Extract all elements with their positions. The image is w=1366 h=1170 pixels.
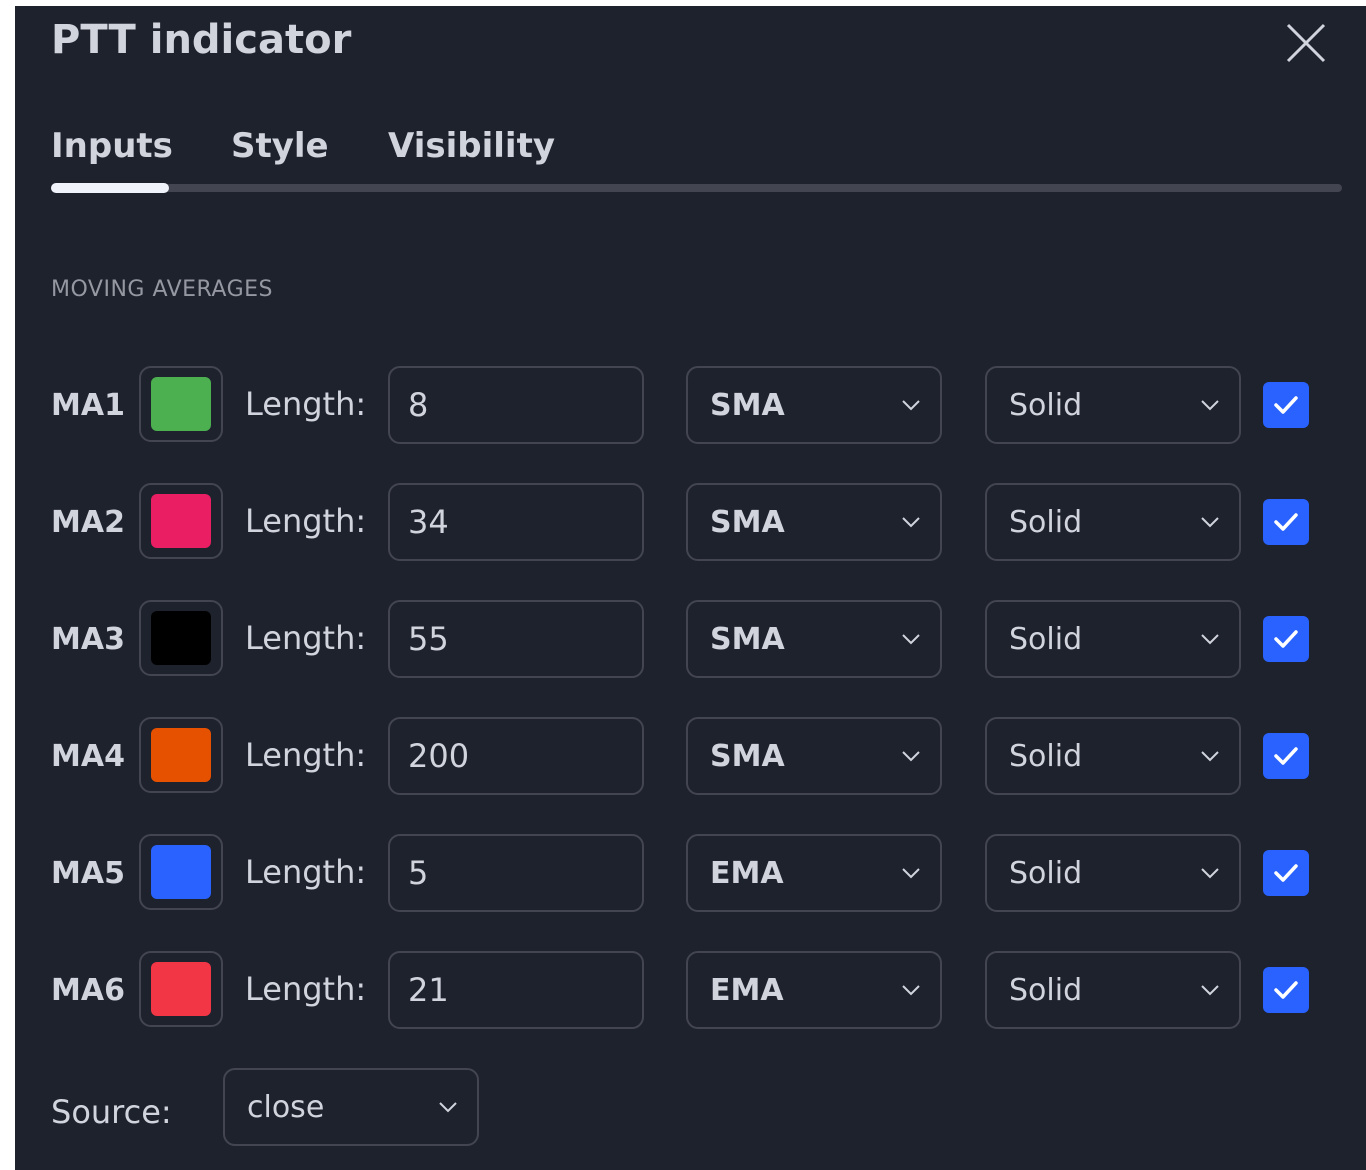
source-label: Source:	[51, 1093, 172, 1131]
color-picker-button[interactable]	[139, 600, 223, 676]
line-style-select[interactable]: Solid	[985, 951, 1241, 1029]
length-label: Length:	[245, 736, 367, 774]
chevron-down-icon	[1201, 634, 1219, 645]
ma-type-select[interactable]: EMA	[686, 834, 942, 912]
enable-checkbox[interactable]	[1263, 733, 1309, 779]
ma-label: MA4	[51, 739, 125, 774]
length-input[interactable]	[388, 600, 644, 678]
length-label: Length:	[245, 619, 367, 657]
chevron-down-icon	[902, 517, 920, 528]
ma-type-select[interactable]: SMA	[686, 483, 942, 561]
ma-label: MA1	[51, 388, 125, 423]
chevron-down-icon	[1201, 517, 1219, 528]
ma-type-value: EMA	[710, 856, 784, 891]
ma-label: MA3	[51, 622, 125, 657]
color-swatch	[151, 611, 211, 665]
length-label: Length:	[245, 502, 367, 540]
color-swatch	[151, 494, 211, 548]
line-style-value: Solid	[1009, 622, 1083, 657]
line-style-value: Solid	[1009, 505, 1083, 540]
close-icon	[1286, 23, 1326, 63]
chevron-down-icon	[1201, 400, 1219, 411]
line-style-select[interactable]: Solid	[985, 366, 1241, 444]
checkmark-icon	[1274, 396, 1298, 414]
line-style-value: Solid	[1009, 856, 1083, 891]
enable-checkbox[interactable]	[1263, 850, 1309, 896]
chevron-down-icon	[902, 751, 920, 762]
checkmark-icon	[1274, 630, 1298, 648]
section-title: MOVING AVERAGES	[51, 277, 274, 302]
color-swatch	[151, 728, 211, 782]
line-style-value: Solid	[1009, 973, 1083, 1008]
source-select[interactable]: close	[223, 1068, 479, 1146]
line-style-select[interactable]: Solid	[985, 600, 1241, 678]
chevron-down-icon	[902, 400, 920, 411]
ma-row-6: MA6 Length: EMA Solid	[15, 951, 1366, 1031]
close-button[interactable]	[1283, 20, 1329, 66]
color-picker-button[interactable]	[139, 717, 223, 793]
ma-row-3: MA3 Length: SMA Solid	[15, 600, 1366, 680]
ma-label: MA5	[51, 856, 125, 891]
tab-style[interactable]: Style	[231, 124, 329, 168]
checkmark-icon	[1274, 513, 1298, 531]
ma-type-select[interactable]: SMA	[686, 366, 942, 444]
ma-type-value: SMA	[710, 388, 785, 423]
color-picker-button[interactable]	[139, 951, 223, 1027]
length-label: Length:	[245, 853, 367, 891]
ma-type-select[interactable]: EMA	[686, 951, 942, 1029]
length-label: Length:	[245, 385, 367, 423]
line-style-select[interactable]: Solid	[985, 717, 1241, 795]
color-swatch	[151, 845, 211, 899]
active-tab-indicator	[51, 183, 169, 193]
chevron-down-icon	[1201, 985, 1219, 996]
color-swatch	[151, 962, 211, 1016]
enable-checkbox[interactable]	[1263, 382, 1309, 428]
enable-checkbox[interactable]	[1263, 967, 1309, 1013]
tab-track	[51, 184, 1342, 192]
line-style-value: Solid	[1009, 739, 1083, 774]
ma-type-value: SMA	[710, 622, 785, 657]
checkmark-icon	[1274, 981, 1298, 999]
ma-row-2: MA2 Length: SMA Solid	[15, 483, 1366, 563]
length-input[interactable]	[388, 717, 644, 795]
color-picker-button[interactable]	[139, 366, 223, 442]
enable-checkbox[interactable]	[1263, 499, 1309, 545]
line-style-select[interactable]: Solid	[985, 483, 1241, 561]
indicator-settings-dialog: PTT indicator Inputs Style Visibility MO…	[15, 6, 1366, 1170]
length-input[interactable]	[388, 834, 644, 912]
color-picker-button[interactable]	[139, 483, 223, 559]
line-style-select[interactable]: Solid	[985, 834, 1241, 912]
length-label: Length:	[245, 970, 367, 1008]
ma-type-value: EMA	[710, 973, 784, 1008]
chevron-down-icon	[1201, 868, 1219, 879]
chevron-down-icon	[902, 868, 920, 879]
checkmark-icon	[1274, 864, 1298, 882]
source-select-value: close	[247, 1090, 325, 1125]
ma-type-value: SMA	[710, 505, 785, 540]
length-input[interactable]	[388, 951, 644, 1029]
chevron-down-icon	[902, 985, 920, 996]
chevron-down-icon	[439, 1102, 457, 1113]
tab-inputs[interactable]: Inputs	[51, 124, 173, 168]
ma-type-value: SMA	[710, 739, 785, 774]
line-style-value: Solid	[1009, 388, 1083, 423]
enable-checkbox[interactable]	[1263, 616, 1309, 662]
length-input[interactable]	[388, 483, 644, 561]
ma-row-4: MA4 Length: SMA Solid	[15, 717, 1366, 797]
ma-type-select[interactable]: SMA	[686, 600, 942, 678]
ma-label: MA6	[51, 973, 125, 1008]
chevron-down-icon	[1201, 751, 1219, 762]
ma-row-5: MA5 Length: EMA Solid	[15, 834, 1366, 914]
dialog-title: PTT indicator	[51, 17, 352, 63]
length-input[interactable]	[388, 366, 644, 444]
chevron-down-icon	[902, 634, 920, 645]
color-picker-button[interactable]	[139, 834, 223, 910]
tab-visibility[interactable]: Visibility	[388, 124, 555, 168]
ma-label: MA2	[51, 505, 125, 540]
color-swatch	[151, 377, 211, 431]
ma-type-select[interactable]: SMA	[686, 717, 942, 795]
checkmark-icon	[1274, 747, 1298, 765]
ma-row-1: MA1 Length: SMA Solid	[15, 366, 1366, 446]
